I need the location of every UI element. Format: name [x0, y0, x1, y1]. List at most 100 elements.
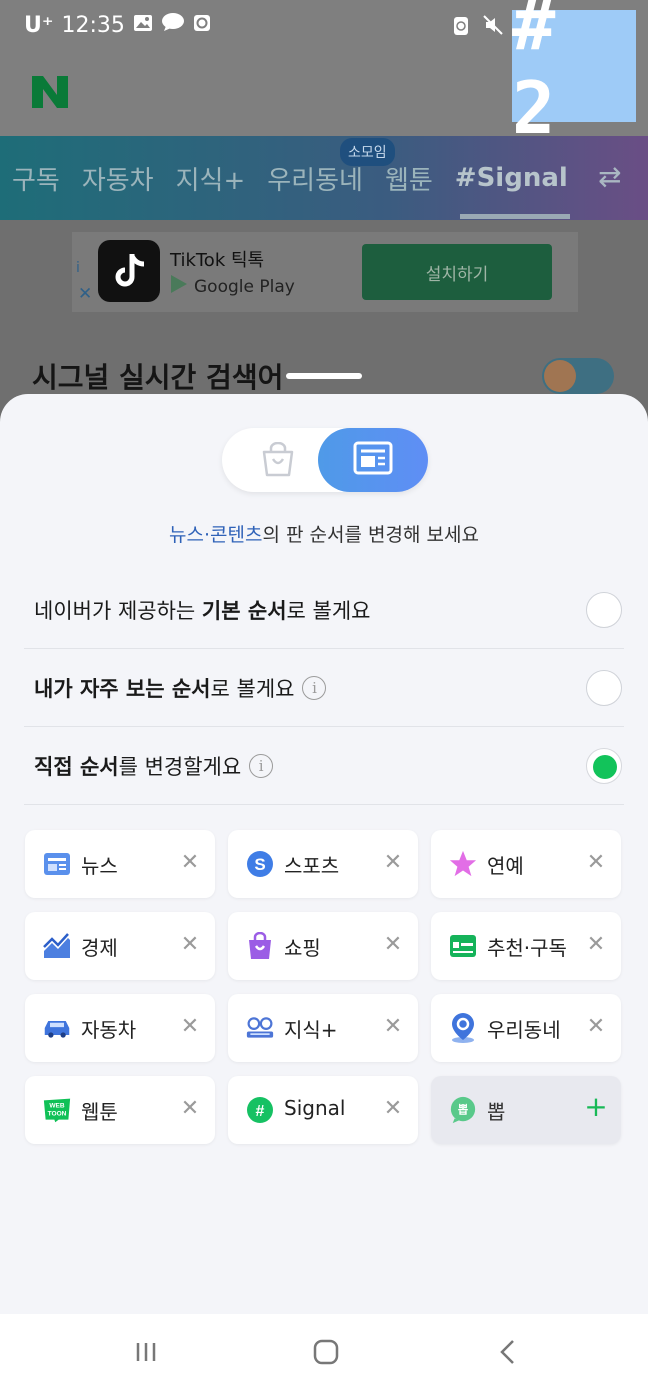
tab-signal[interactable]: #Signal [444, 163, 579, 193]
option-custom-order[interactable]: 직접 순서를 변경할게요 i [24, 728, 624, 805]
ad-install-button[interactable]: 설치하기 [362, 244, 552, 300]
webtoon-icon: WEB TOON [43, 1096, 71, 1124]
clock-time: 12:35 [61, 12, 125, 38]
option-default-order-label: 네이버가 제공하는 기본 순서로 볼게요 [34, 595, 370, 625]
tab-car[interactable]: 자동차 [71, 160, 165, 197]
google-play-icon [170, 274, 188, 299]
option-text-bold: 직접 순서 [34, 755, 119, 779]
remove-icon[interactable]: ✕ [380, 932, 406, 957]
recycle-icon [452, 14, 470, 41]
ad-store-label: Google Play [194, 276, 295, 297]
chip-car[interactable]: 자동차 ✕ [25, 994, 215, 1062]
option-frequent-order-label: 내가 자주 보는 순서로 볼게요 i [34, 673, 327, 703]
option-default-order[interactable]: 네이버가 제공하는 기본 순서로 볼게요 [24, 572, 624, 649]
option-text-post: 로 볼게요 [210, 677, 295, 701]
knowledge-glasses-icon [246, 1014, 274, 1042]
recents-button[interactable] [126, 1336, 166, 1368]
remove-icon[interactable]: ✕ [380, 1096, 406, 1121]
subscribe-card-icon [449, 932, 477, 960]
ppum-icon: 뽑 [449, 1096, 477, 1124]
tab-subscribe[interactable]: 구독 [0, 160, 71, 197]
realtime-toggle[interactable] [542, 358, 614, 394]
svg-text:TOON: TOON [48, 1110, 67, 1117]
chip-label: 뉴스 [81, 854, 118, 878]
mute-icon [482, 14, 504, 41]
news-icon [43, 850, 71, 878]
option-frequent-order[interactable]: 내가 자주 보는 순서로 볼게요 i [24, 650, 624, 727]
economy-chart-icon [43, 932, 71, 960]
remove-icon[interactable]: ✕ [177, 1096, 203, 1121]
tab-knowledge[interactable]: 지식+ [165, 160, 257, 197]
ad-banner[interactable]: i ✕ TikTok 틱톡 Google Play 설치하기 [72, 232, 578, 312]
sheet-drag-handle[interactable] [286, 373, 362, 379]
ad-info-icon[interactable]: i [76, 260, 80, 276]
radio-default-order[interactable] [586, 592, 622, 628]
remove-icon[interactable]: ✕ [177, 850, 203, 875]
sports-icon: S [246, 850, 274, 878]
chip-entertainment[interactable]: 연예 ✕ [431, 830, 621, 898]
realtime-search-title: 시그널 실시간 검색어 [32, 361, 284, 394]
toggle-knob [544, 360, 576, 392]
svg-text:#: # [256, 1103, 265, 1120]
chip-label: 경제 [81, 936, 118, 960]
remove-icon[interactable]: ✕ [380, 850, 406, 875]
add-icon[interactable]: + [583, 1090, 609, 1123]
location-pin-icon [449, 1013, 477, 1043]
category-tabs: 구독 자동차 지식+ 우리동네 웹툰 #Signal [0, 136, 648, 220]
info-icon[interactable]: i [302, 676, 327, 700]
tiktok-app-icon [98, 240, 160, 302]
news-content-tab[interactable] [318, 428, 428, 492]
chip-news[interactable]: 뉴스 ✕ [25, 830, 215, 898]
chip-neighborhood[interactable]: 우리동네 ✕ [431, 994, 621, 1062]
chip-label: 자동차 [81, 1018, 137, 1042]
clock-app-icon [193, 13, 211, 38]
somoim-badge: 소모임 [340, 138, 395, 166]
naver-logo-icon[interactable] [30, 74, 70, 110]
chip-recommend-subscribe[interactable]: 추천·구독 ✕ [431, 912, 621, 980]
remove-icon[interactable]: ✕ [177, 1014, 203, 1039]
ad-app-name: TikTok 틱톡 [170, 250, 265, 271]
chip-label: 스포츠 [284, 854, 340, 878]
car-icon [43, 1014, 71, 1042]
chip-label: 뽑 [487, 1100, 506, 1124]
chip-label: 연예 [487, 854, 524, 878]
option-custom-order-label: 직접 순서를 변경할게요 i [34, 751, 274, 781]
active-tab-indicator [460, 214, 570, 219]
remove-icon[interactable]: ✕ [583, 850, 609, 875]
caption-highlight: 뉴스·콘텐츠 [169, 524, 263, 546]
option-text-post: 로 볼게요 [286, 599, 371, 623]
option-text-pre: 네이버가 제공하는 [34, 599, 202, 623]
remove-icon[interactable]: ✕ [583, 932, 609, 957]
option-text-bold: 기본 순서 [201, 599, 287, 623]
remove-icon[interactable]: ✕ [177, 932, 203, 957]
shopping-bag-tab-icon[interactable] [258, 441, 298, 478]
back-button[interactable] [488, 1336, 528, 1368]
signal-hash-icon: # [246, 1096, 274, 1124]
chip-label: 우리동네 [487, 1018, 561, 1042]
ad-close-icon[interactable]: ✕ [78, 284, 92, 304]
chat-bubble-icon [161, 12, 185, 38]
chip-webtoon[interactable]: WEB TOON 웹툰 ✕ [25, 1076, 215, 1144]
option-text-post: 를 변경할게요 [118, 755, 242, 779]
sheet-caption: 뉴스·콘텐츠의 판 순서를 변경해 보세요 [0, 520, 648, 547]
remove-icon[interactable]: ✕ [380, 1014, 406, 1039]
radio-custom-order[interactable] [586, 748, 622, 784]
ad-store: Google Play [170, 274, 295, 299]
chip-shopping[interactable]: 쇼핑 ✕ [228, 912, 418, 980]
chip-signal[interactable]: # Signal ✕ [228, 1076, 418, 1144]
news-tab-icon [353, 441, 393, 479]
chip-label: 웹툰 [81, 1100, 118, 1124]
tab-edit-swap-icon[interactable]: ⇄ [598, 160, 621, 193]
chip-knowledge[interactable]: 지식+ ✕ [228, 994, 418, 1062]
remove-icon[interactable]: ✕ [583, 1014, 609, 1039]
chip-sports[interactable]: S 스포츠 ✕ [228, 830, 418, 898]
chip-ppum[interactable]: 뽑 뽑 + [431, 1076, 621, 1144]
radio-frequent-order[interactable] [586, 670, 622, 706]
info-icon[interactable]: i [249, 754, 274, 778]
home-button[interactable] [306, 1336, 346, 1368]
chip-label: 쇼핑 [284, 936, 321, 960]
option-text-bold: 내가 자주 보는 순서 [34, 677, 211, 701]
chip-label: Signal [284, 1096, 346, 1120]
order-settings-sheet: 뉴스·콘텐츠의 판 순서를 변경해 보세요 네이버가 제공하는 기본 순서로 볼… [0, 394, 648, 1314]
chip-economy[interactable]: 경제 ✕ [25, 912, 215, 980]
